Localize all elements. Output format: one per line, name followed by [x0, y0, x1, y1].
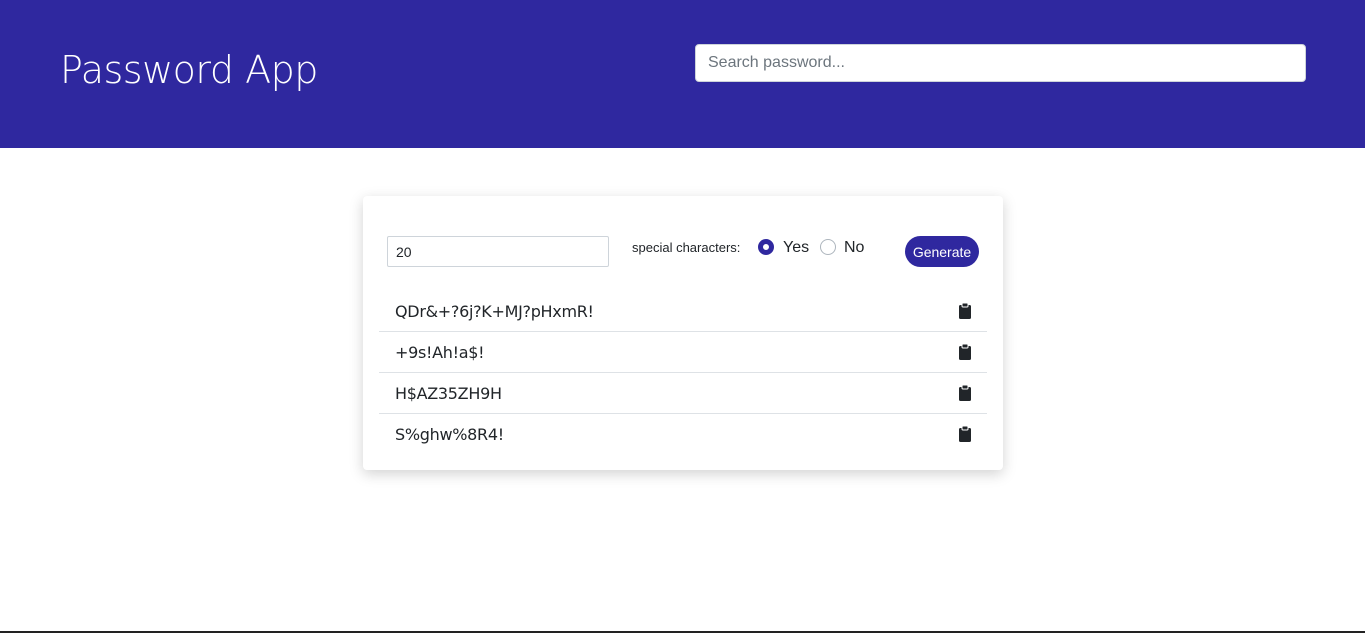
password-row: +9s!Ah!a$! — [379, 332, 987, 373]
special-yes-radio[interactable] — [758, 239, 774, 255]
clipboard-icon[interactable] — [959, 385, 971, 401]
password-row: H$AZ35ZH9H — [379, 373, 987, 414]
search-input[interactable] — [695, 44, 1306, 82]
password-value: +9s!Ah!a$! — [395, 343, 485, 362]
clipboard-icon[interactable] — [959, 303, 971, 319]
password-row: S%ghw%8R4! — [379, 414, 987, 454]
special-no-label[interactable]: No — [844, 239, 864, 257]
password-length-input[interactable] — [387, 236, 609, 267]
special-characters-label: special characters: — [632, 240, 741, 255]
password-value: QDr&+?6j?K+MJ?pHxmR! — [395, 302, 594, 321]
clipboard-icon[interactable] — [959, 426, 971, 442]
password-value: S%ghw%8R4! — [395, 425, 504, 444]
password-list: QDr&+?6j?K+MJ?pHxmR! +9s!Ah!a$! H$AZ35ZH… — [379, 291, 987, 454]
password-value: H$AZ35ZH9H — [395, 384, 502, 403]
app-header: Password App — [0, 0, 1365, 148]
clipboard-icon[interactable] — [959, 344, 971, 360]
generate-button[interactable]: Generate — [905, 236, 979, 267]
password-generator-card: special characters: Yes No Generate QDr&… — [363, 196, 1003, 470]
app-title: Password App — [60, 48, 318, 92]
special-yes-label[interactable]: Yes — [783, 239, 809, 257]
password-row: QDr&+?6j?K+MJ?pHxmR! — [379, 291, 987, 332]
special-no-radio[interactable] — [820, 239, 836, 255]
